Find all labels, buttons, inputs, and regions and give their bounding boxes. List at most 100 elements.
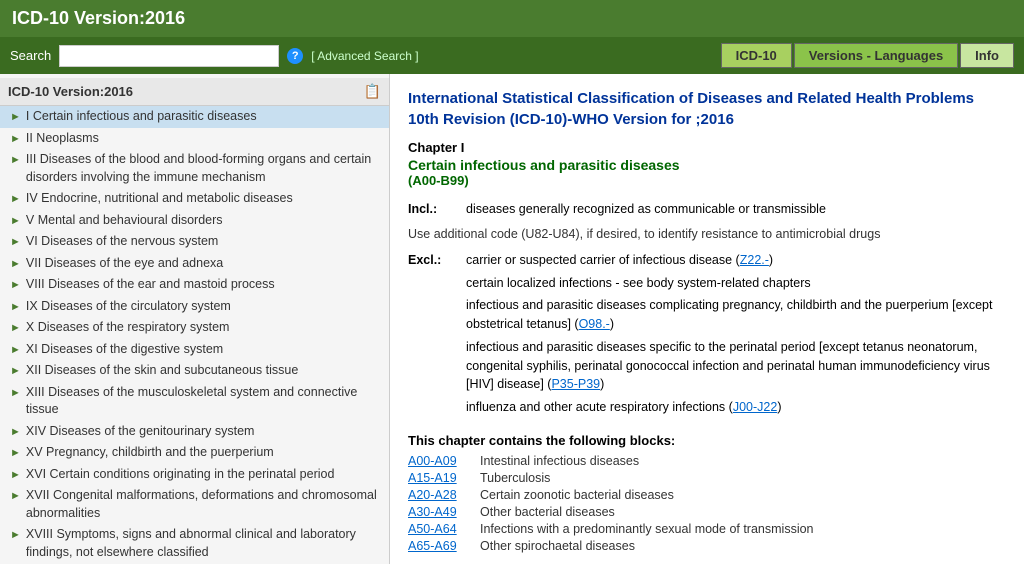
excl-block: Excl.: carrier or suspected carrier of i…	[408, 251, 1006, 421]
block-desc: Infections with a predominantly sexual m…	[480, 522, 814, 536]
block-row: A15-A19Tuberculosis	[408, 471, 1006, 485]
sidebar-item-label: XV Pregnancy, childbirth and the puerper…	[26, 444, 383, 462]
app-header: ICD-10 Version:2016	[0, 0, 1024, 37]
sidebar-item-vi[interactable]: ►VI Diseases of the nervous system	[0, 231, 389, 253]
sidebar-item-iv[interactable]: ►IV Endocrine, nutritional and metabolic…	[0, 188, 389, 210]
sidebar-item-i[interactable]: ► I Certain infectious and parasitic dise…	[0, 106, 389, 128]
block-code[interactable]: A20-A28	[408, 488, 480, 502]
additional-code: Use additional code (U82-U84), if desire…	[408, 227, 1006, 241]
arrow-icon: ►	[10, 489, 21, 504]
tab-versions[interactable]: Versions - Languages	[794, 43, 958, 68]
sidebar-item-label: VIII Diseases of the ear and mastoid pro…	[26, 276, 383, 294]
block-desc: Certain zoonotic bacterial diseases	[480, 488, 674, 502]
excl-text-after: )	[610, 317, 614, 331]
excl-text: infectious and parasitic diseases specif…	[466, 340, 990, 392]
incl-label: Incl.:	[408, 200, 466, 219]
sidebar-item-xiv[interactable]: ► XIV Diseases of the genitourinary syste…	[0, 421, 389, 443]
arrow-icon: ►	[10, 300, 21, 315]
excl-text: certain localized infections - see body …	[466, 276, 811, 290]
copy-icon[interactable]: 📋	[364, 83, 381, 100]
arrow-icon: ►	[10, 343, 21, 358]
excl-link[interactable]: P35-P39	[551, 377, 600, 391]
sidebar-item-label: I Certain infectious and parasitic disea…	[26, 108, 383, 126]
sidebar-item-label: X Diseases of the respiratory system	[26, 319, 383, 337]
advanced-search-link[interactable]: [ Advanced Search ]	[311, 49, 418, 63]
arrow-icon: ►	[10, 153, 21, 168]
searchbar: Search ? [ Advanced Search ] ICD-10 Vers…	[0, 37, 1024, 74]
block-row: A65-A69Other spirochaetal diseases	[408, 539, 1006, 553]
sidebar-item-label: XI Diseases of the digestive system	[26, 341, 383, 359]
block-desc: Tuberculosis	[480, 471, 550, 485]
tab-icd10[interactable]: ICD-10	[721, 43, 792, 68]
sidebar-items-container: ► I Certain infectious and parasitic dise…	[0, 106, 389, 564]
sidebar-item-label: III Diseases of the blood and blood-form…	[26, 151, 383, 186]
sidebar-item-label: XIII Diseases of the musculoskeletal sys…	[26, 384, 383, 419]
block-desc: Intestinal infectious diseases	[480, 454, 639, 468]
block-code[interactable]: A00-A09	[408, 454, 480, 468]
block-row: A30-A49Other bacterial diseases	[408, 505, 1006, 519]
arrow-icon: ►	[10, 257, 21, 272]
help-icon[interactable]: ?	[287, 48, 303, 64]
block-code[interactable]: A65-A69	[408, 539, 480, 553]
chapter-name: Certain infectious and parasitic disease…	[408, 157, 1006, 173]
block-code[interactable]: A30-A49	[408, 505, 480, 519]
excl-content: carrier or suspected carrier of infectio…	[466, 251, 1006, 421]
sidebar-item-xii[interactable]: ►XII Diseases of the skin and subcutaneo…	[0, 360, 389, 382]
tabs: ICD-10 Versions - Languages Info	[721, 43, 1014, 68]
sidebar-title: ICD-10 Version:2016	[8, 84, 133, 99]
arrow-icon: ►	[10, 446, 21, 461]
arrow-icon: ►	[10, 192, 21, 207]
tab-info[interactable]: Info	[960, 43, 1014, 68]
sidebar-item-xiii[interactable]: ► XIII Diseases of the musculoskeletal sy…	[0, 382, 389, 421]
arrow-icon: ►	[10, 110, 21, 125]
sidebar-item-label: XII Diseases of the skin and subcutaneou…	[26, 362, 383, 380]
arrow-icon: ►	[10, 425, 21, 440]
arrow-icon: ►	[10, 321, 21, 336]
sidebar-item-label: V Mental and behavioural disorders	[26, 212, 383, 230]
arrow-icon: ►	[10, 386, 21, 401]
sidebar-item-label: XVIII Symptoms, signs and abnormal clini…	[26, 526, 383, 561]
excl-text: carrier or suspected carrier of infectio…	[466, 253, 740, 267]
sidebar: ICD-10 Version:2016 📋 ► I Certain infecti…	[0, 74, 390, 564]
excl-item: infectious and parasitic diseases specif…	[466, 338, 1006, 394]
sidebar-item-x[interactable]: ► X Diseases of the respiratory system	[0, 317, 389, 339]
excl-text-after: )	[769, 253, 773, 267]
sidebar-item-xvii[interactable]: ► XVII Congenital malformations, deformat…	[0, 485, 389, 524]
excl-item: certain localized infections - see body …	[466, 274, 1006, 293]
excl-text: infectious and parasitic diseases compli…	[466, 298, 992, 331]
content-area: International Statistical Classification…	[390, 74, 1024, 564]
sidebar-item-viii[interactable]: ►VIII Diseases of the ear and mastoid pr…	[0, 274, 389, 296]
excl-text-after: )	[777, 400, 781, 414]
sidebar-item-xv[interactable]: ► XV Pregnancy, childbirth and the puerpe…	[0, 442, 389, 464]
block-code[interactable]: A50-A64	[408, 522, 480, 536]
incl-block: Incl.: diseases generally recognized as …	[408, 200, 1006, 219]
excl-link[interactable]: O98.-	[579, 317, 610, 331]
block-code[interactable]: A15-A19	[408, 471, 480, 485]
excl-link[interactable]: Z22.-	[740, 253, 769, 267]
content-title: International Statistical Classification…	[408, 88, 1006, 130]
sidebar-item-iii[interactable]: ► III Diseases of the blood and blood-for…	[0, 149, 389, 188]
arrow-icon: ►	[10, 528, 21, 543]
incl-content: diseases generally recognized as communi…	[466, 200, 1006, 219]
sidebar-item-label: XVI Certain conditions originating in th…	[26, 466, 383, 484]
block-desc: Other spirochaetal diseases	[480, 539, 635, 553]
sidebar-item-label: XIV Diseases of the genitourinary system	[26, 423, 383, 441]
search-input[interactable]	[59, 45, 279, 67]
sidebar-item-xviii[interactable]: ► XVIII Symptoms, signs and abnormal clin…	[0, 524, 389, 563]
sidebar-item-vii[interactable]: ►VII Diseases of the eye and adnexa	[0, 253, 389, 275]
sidebar-item-ii[interactable]: ►II Neoplasms	[0, 128, 389, 150]
app-title: ICD-10 Version:2016	[12, 8, 185, 28]
sidebar-item-label: XVII Congenital malformations, deformati…	[26, 487, 383, 522]
excl-label: Excl.:	[408, 251, 466, 421]
excl-item: influenza and other acute respiratory in…	[466, 398, 1006, 417]
sidebar-item-xvi[interactable]: ►XVI Certain conditions originating in t…	[0, 464, 389, 486]
sidebar-item-xi[interactable]: ► XI Diseases of the digestive system	[0, 339, 389, 361]
sidebar-item-v[interactable]: ► V Mental and behavioural disorders	[0, 210, 389, 232]
sidebar-item-ix[interactable]: ►IX Diseases of the circulatory system	[0, 296, 389, 318]
excl-item: infectious and parasitic diseases compli…	[466, 296, 1006, 334]
block-desc: Other bacterial diseases	[480, 505, 615, 519]
excl-link[interactable]: J00-J22	[733, 400, 777, 414]
arrow-icon: ►	[10, 214, 21, 229]
excl-item: carrier or suspected carrier of infectio…	[466, 251, 1006, 270]
chapter-code: (A00-B99)	[408, 173, 1006, 188]
